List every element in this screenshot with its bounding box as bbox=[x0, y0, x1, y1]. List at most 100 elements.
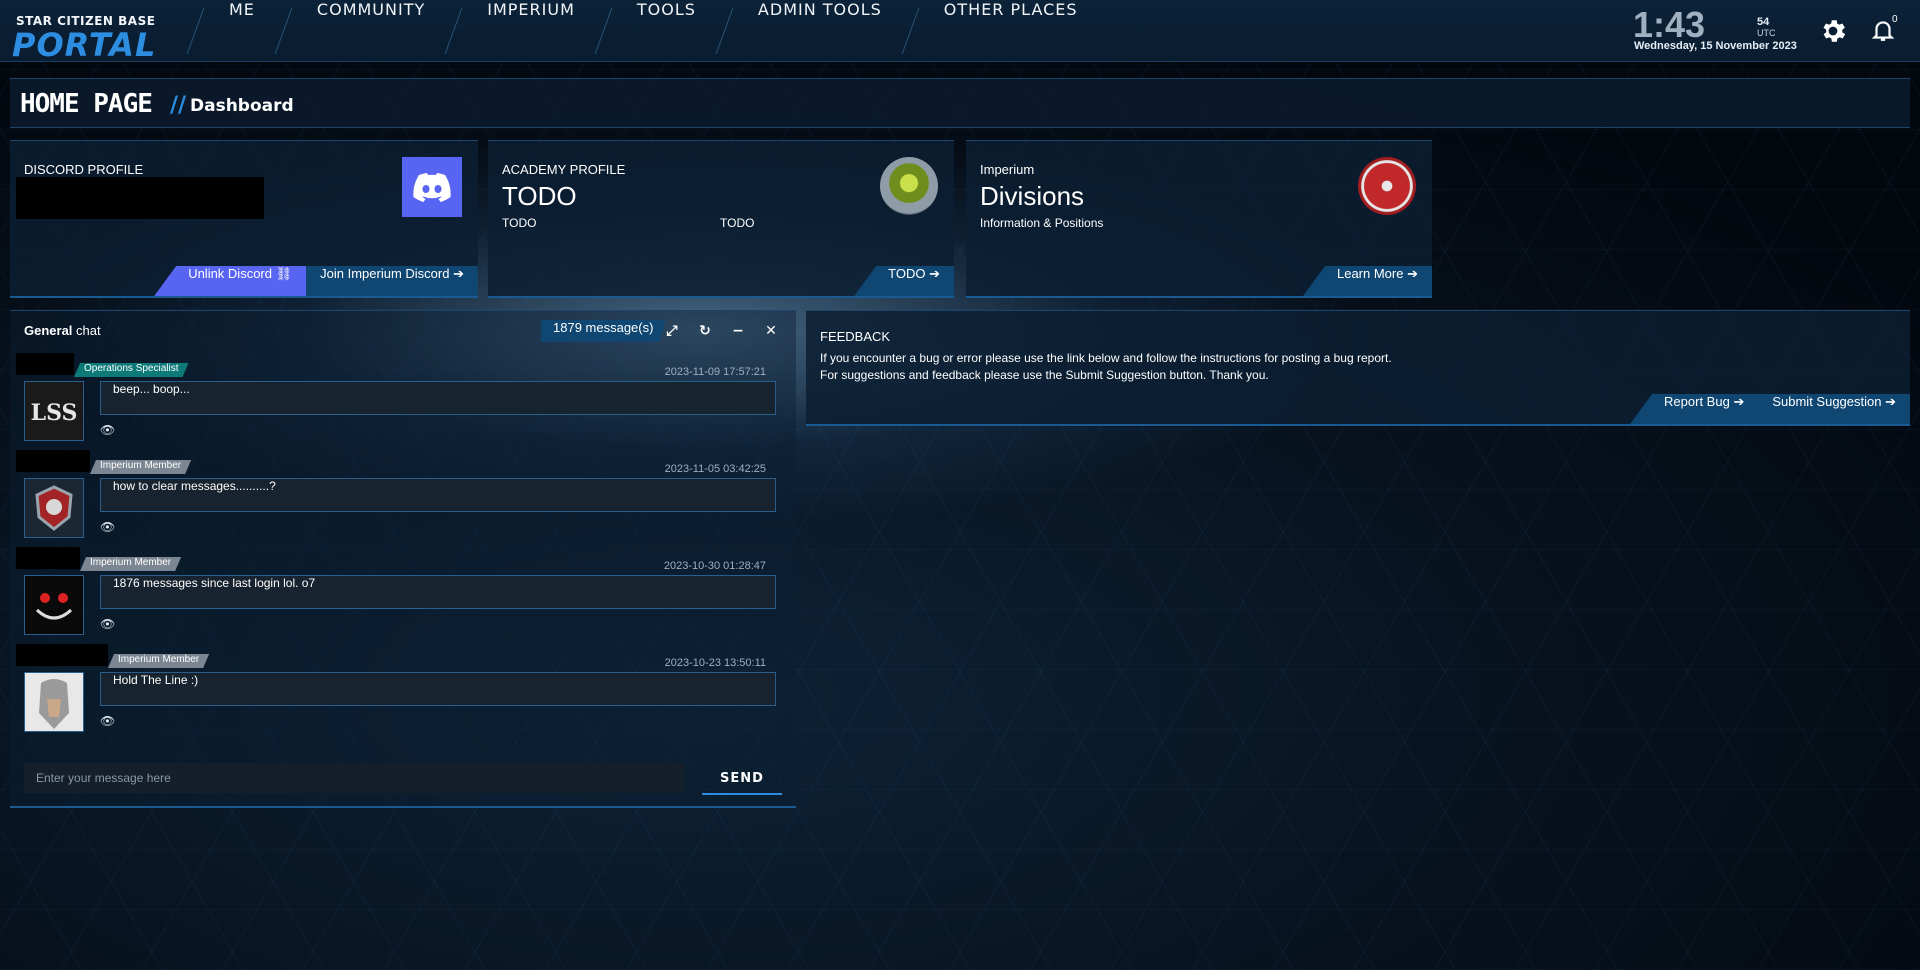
unlink-discord-button[interactable]: Unlink Discord ⛓ bbox=[154, 266, 307, 296]
nav-item-imperium[interactable]: IMPERIUM bbox=[453, 0, 603, 62]
arrow-circle-icon: ➔ bbox=[1407, 266, 1418, 281]
feedback-line-1: If you encounter a bug or error please u… bbox=[820, 351, 1392, 365]
join-discord-button[interactable]: Join Imperium Discord ➔ bbox=[306, 266, 478, 296]
message-input[interactable] bbox=[24, 763, 684, 793]
join-discord-label: Join Imperium Discord bbox=[320, 266, 450, 281]
feedback-actions: Report Bug ➔ Submit Suggestion ➔ bbox=[1630, 394, 1910, 424]
divisions-title: Divisions bbox=[980, 181, 1085, 211]
avatar[interactable]: LSS bbox=[24, 381, 84, 441]
learn-more-label: Learn More bbox=[1336, 266, 1404, 281]
report-bug-button[interactable]: Report Bug ➔ bbox=[1630, 394, 1759, 424]
notification-count: 0 bbox=[1892, 14, 1898, 25]
message-text: 1876 messages since last login lol. o7 bbox=[100, 575, 776, 609]
eye-icon[interactable]: 👁 bbox=[100, 714, 115, 728]
chat-message: Imperium Member 2023-10-23 13:50:11 Hold… bbox=[10, 644, 796, 740]
message-input-wrapper bbox=[24, 763, 684, 793]
nav-item-other-places[interactable]: OTHER PLACES bbox=[910, 0, 1106, 62]
utc-clock: 1:43 54 UTC Wednesday, 15 November 2023 bbox=[1633, 4, 1797, 52]
message-text: beep... boop... bbox=[100, 381, 776, 415]
imperium-card-actions: Learn More ➔ bbox=[1302, 266, 1432, 296]
main-nav: ME COMMUNITY IMPERIUM TOOLS ADMIN TOOLS … bbox=[195, 0, 1106, 62]
learn-more-button[interactable]: Learn More ➔ bbox=[1302, 266, 1432, 296]
chat-message: Imperium Member 2023-10-30 01:28:47 1876… bbox=[10, 547, 796, 643]
imperium-divisions-card: Imperium Divisions Information & Positio… bbox=[966, 140, 1432, 298]
redacted-username bbox=[16, 450, 90, 472]
unlink-discord-label: Unlink Discord bbox=[188, 266, 272, 281]
academy-emblem-icon bbox=[880, 157, 938, 215]
feedback-title: FEEDBACK bbox=[820, 329, 891, 344]
feedback-panel: FEEDBACK If you encounter a bug or error… bbox=[806, 310, 1910, 426]
nav-item-tools[interactable]: TOOLS bbox=[603, 0, 724, 62]
gear-icon[interactable] bbox=[1818, 16, 1848, 46]
academy-card-actions: TODO ➔ bbox=[854, 266, 954, 296]
card-label: DISCORD PROFILE bbox=[24, 162, 144, 177]
arrow-circle-icon: ➔ bbox=[929, 266, 940, 281]
minimize-icon[interactable]: − bbox=[730, 323, 746, 339]
svg-text:LSS: LSS bbox=[31, 400, 78, 426]
close-icon[interactable]: ✕ bbox=[763, 323, 779, 339]
role-badge: Imperium Member bbox=[90, 460, 191, 474]
eye-icon[interactable]: 👁 bbox=[100, 520, 115, 534]
discord-card-actions: Unlink Discord ⛓ Join Imperium Discord ➔ bbox=[154, 266, 478, 296]
chat-title-rest: chat bbox=[76, 323, 101, 338]
role-badge: Imperium Member bbox=[108, 654, 209, 668]
redacted-username bbox=[16, 644, 108, 666]
academy-title: TODO bbox=[502, 181, 577, 211]
submit-suggestion-button[interactable]: Submit Suggestion ➔ bbox=[1758, 394, 1910, 424]
report-bug-label: Report Bug bbox=[1664, 394, 1730, 409]
clock-zone: UTC bbox=[1757, 28, 1776, 38]
clock-time: 1:43 bbox=[1633, 4, 1706, 45]
card-label: Imperium bbox=[980, 162, 1035, 177]
refresh-icon[interactable]: ↻ bbox=[697, 323, 713, 339]
redacted-username bbox=[16, 177, 264, 219]
arrow-circle-icon: ➔ bbox=[1733, 394, 1745, 409]
imperium-emblem-icon bbox=[1358, 157, 1416, 215]
academy-button-label: TODO bbox=[888, 266, 926, 281]
clock-date: Wednesday, 15 November 2023 bbox=[1634, 40, 1797, 52]
role-badge: Operations Specialist bbox=[74, 363, 189, 377]
eye-icon[interactable]: 👁 bbox=[100, 617, 115, 631]
chat-message: Imperium Member 2023-11-05 03:42:25 how … bbox=[10, 450, 796, 546]
message-text: how to clear messages..........? bbox=[100, 478, 776, 512]
chat-title-bold: General bbox=[24, 323, 73, 338]
divisions-subtitle: Information & Positions bbox=[980, 216, 1104, 230]
role-badge: Imperium Member bbox=[80, 557, 181, 571]
nav-item-me[interactable]: ME bbox=[195, 0, 283, 62]
send-button[interactable]: SEND bbox=[702, 765, 782, 795]
academy-profile-card: ACADEMY PROFILE TODO TODO TODO TODO ➔ bbox=[488, 140, 954, 298]
message-timestamp: 2023-10-23 13:50:11 bbox=[664, 657, 766, 669]
general-chat-panel: General chat 1879 message(s) ⤢ ↻ − ✕ Ope… bbox=[10, 310, 796, 808]
expand-icon[interactable]: ⤢ bbox=[664, 323, 680, 339]
redacted-username bbox=[16, 547, 80, 569]
message-timestamp: 2023-11-05 03:42:25 bbox=[664, 463, 766, 475]
submit-suggestion-label: Submit Suggestion bbox=[1772, 394, 1882, 409]
unlink-icon: ⛓ bbox=[275, 266, 293, 281]
chat-title: General chat bbox=[24, 323, 101, 338]
nav-item-admin-tools[interactable]: ADMIN TOOLS bbox=[724, 0, 910, 62]
discord-profile-card: DISCORD PROFILE Unlink Discord ⛓ Join Im… bbox=[10, 140, 478, 298]
avatar[interactable] bbox=[24, 575, 84, 635]
feedback-line-2: For suggestions and feedback please use … bbox=[820, 368, 1269, 382]
academy-todo-button[interactable]: TODO ➔ bbox=[854, 266, 954, 296]
page-title: HOME PAGE bbox=[20, 89, 153, 119]
academy-sub-2: TODO bbox=[720, 216, 755, 230]
page-subtitle: Dashboard bbox=[190, 96, 294, 116]
site-logo[interactable]: STAR CITIZEN BASE PORTAL bbox=[10, 8, 180, 64]
message-timestamp: 2023-11-09 17:57:21 bbox=[664, 366, 766, 378]
message-count-badge: 1879 message(s) bbox=[541, 320, 665, 342]
avatar[interactable] bbox=[24, 478, 84, 538]
message-text: Hold The Line :) bbox=[100, 672, 776, 706]
page-header: HOME PAGE // Dashboard bbox=[10, 78, 1910, 128]
discord-icon bbox=[402, 157, 462, 217]
chat-message: Operations Specialist 2023-11-09 17:57:2… bbox=[10, 353, 796, 449]
academy-sub-1: TODO bbox=[502, 216, 537, 230]
logo-line-2: PORTAL bbox=[12, 26, 157, 64]
message-timestamp: 2023-10-30 01:28:47 bbox=[663, 560, 766, 572]
redacted-username bbox=[16, 353, 74, 375]
avatar[interactable] bbox=[24, 672, 84, 732]
nav-item-community[interactable]: COMMUNITY bbox=[283, 0, 453, 62]
eye-icon[interactable]: 👁 bbox=[100, 423, 115, 437]
clock-seconds: 54 bbox=[1757, 16, 1770, 28]
top-nav-bar: STAR CITIZEN BASE PORTAL ME COMMUNITY IM… bbox=[0, 0, 1920, 64]
arrow-circle-icon: ➔ bbox=[453, 266, 464, 281]
